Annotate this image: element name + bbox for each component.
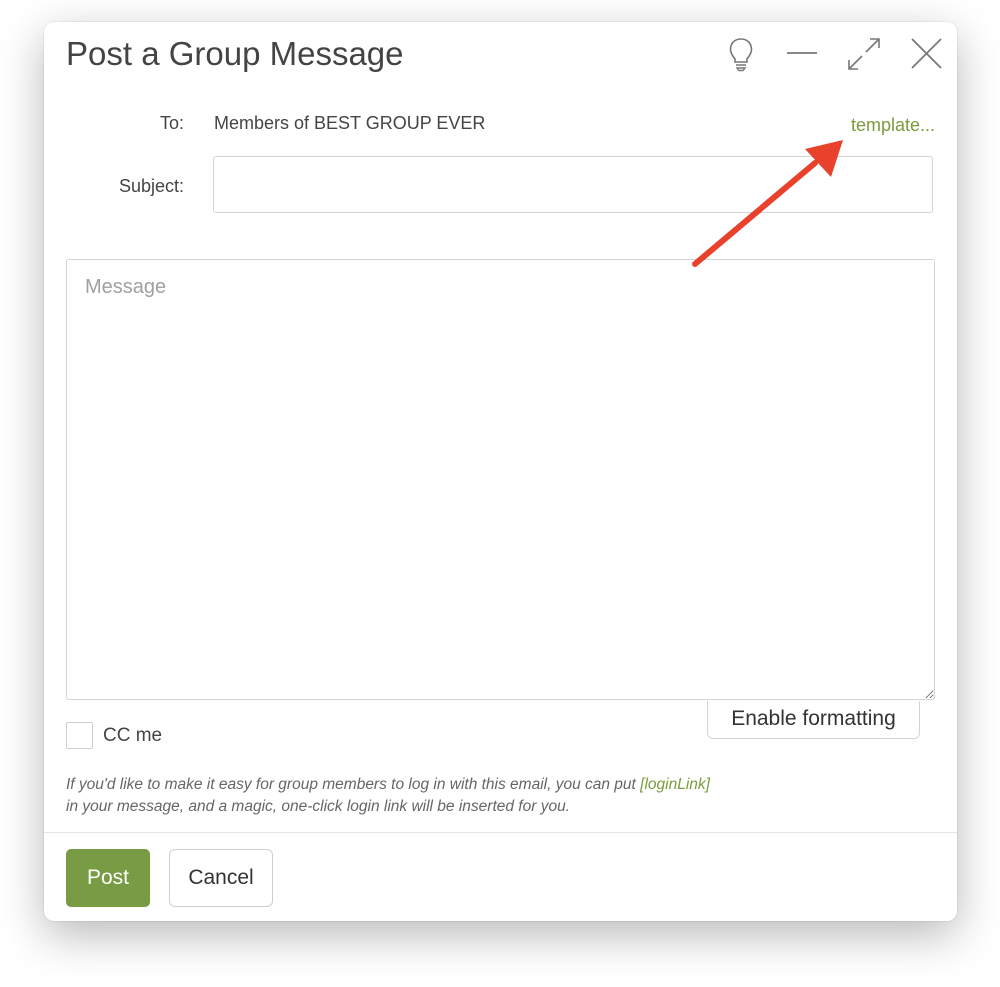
- footer-divider: [44, 832, 957, 833]
- post-button[interactable]: Post: [66, 849, 150, 907]
- lightbulb-icon[interactable]: [721, 34, 761, 74]
- subject-input[interactable]: [213, 156, 933, 213]
- enable-formatting-button[interactable]: Enable formatting: [707, 701, 920, 739]
- login-link-hint: If you'd like to make it easy for group …: [66, 774, 710, 818]
- login-link-code: [loginLink]: [640, 776, 710, 793]
- recipient-value: Members of BEST GROUP EVER: [214, 113, 486, 133]
- post-group-message-dialog: Post a Group Message To: Members of BEST…: [44, 22, 957, 921]
- cc-me-checkbox[interactable]: [66, 722, 93, 749]
- expand-icon[interactable]: [844, 34, 884, 74]
- cancel-button[interactable]: Cancel: [169, 849, 273, 907]
- hint-line2: in your message, and a magic, one-click …: [66, 798, 570, 815]
- screen: Post a Group Message To: Members of BEST…: [0, 0, 1000, 987]
- subject-label: Subject:: [118, 176, 184, 196]
- close-icon[interactable]: [906, 34, 946, 74]
- to-label: To:: [159, 113, 184, 133]
- minimize-icon[interactable]: [782, 34, 822, 74]
- hint-line1: If you'd like to make it easy for group …: [66, 776, 641, 793]
- message-textarea[interactable]: [66, 259, 935, 700]
- cc-me-label[interactable]: CC me: [103, 725, 162, 747]
- template-link[interactable]: template...: [851, 115, 935, 136]
- dialog-title: Post a Group Message: [66, 35, 404, 72]
